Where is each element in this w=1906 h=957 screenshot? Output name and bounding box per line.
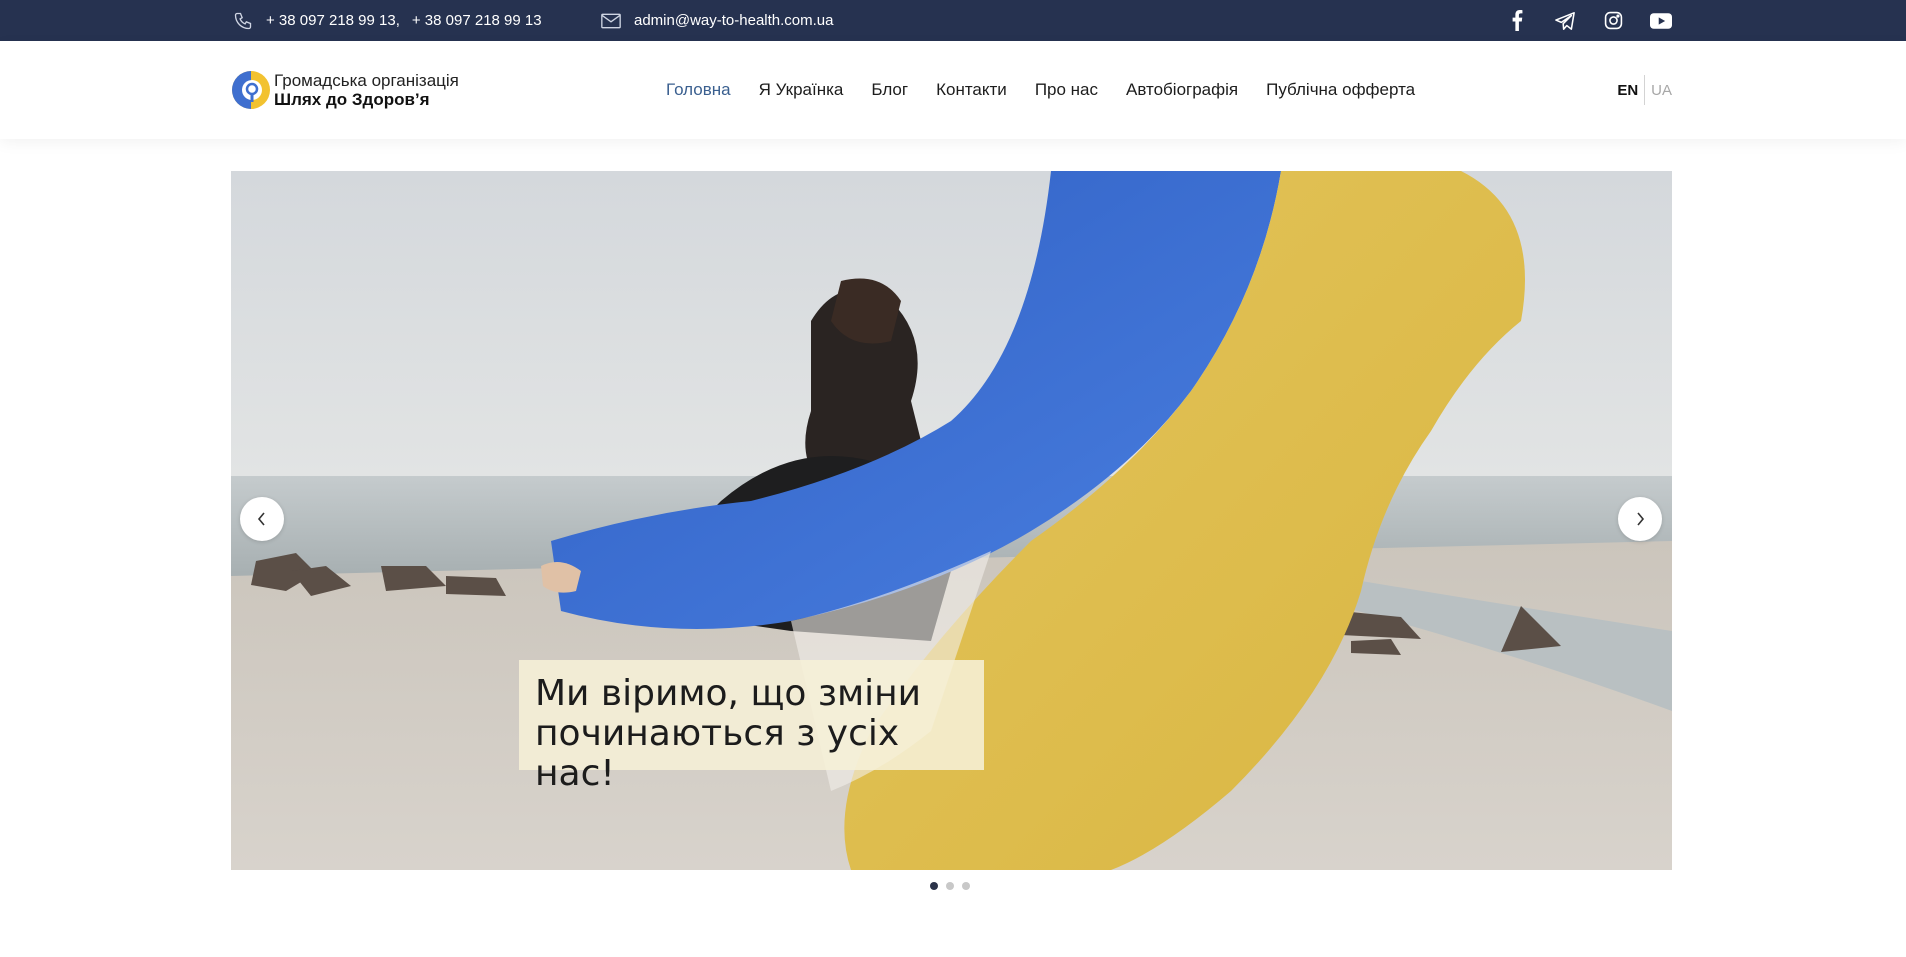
logo-mark-icon (232, 71, 270, 109)
phone-icon (232, 10, 254, 32)
nav-item-home[interactable]: Головна (666, 80, 731, 100)
telegram-icon[interactable] (1554, 10, 1576, 32)
lang-en[interactable]: EN (1617, 82, 1644, 99)
hero-slider: Ми віримо, що зміни починаються з усіх н… (231, 171, 1672, 870)
lang-ua[interactable]: UA (1645, 82, 1672, 99)
phone-link-2[interactable]: + 38 097 218 99 13 (412, 12, 542, 29)
facebook-icon[interactable] (1506, 10, 1528, 32)
slider-dots (930, 882, 970, 890)
nav-item-about[interactable]: Про нас (1035, 80, 1098, 100)
chevron-left-icon (257, 512, 265, 526)
nav-item-autobiography[interactable]: Автобіографія (1126, 80, 1238, 100)
email-link[interactable]: admin@way-to-health.com.ua (634, 12, 833, 29)
chevron-right-icon (1637, 512, 1645, 526)
top-bar: + 38 097 218 99 13, + 38 097 218 99 13 a… (0, 0, 1906, 41)
site-logo[interactable]: Громадська організація Шлях до Здоров’я (231, 70, 459, 110)
slider-prev-button[interactable] (240, 497, 284, 541)
social-links (1506, 0, 1672, 41)
nav-item-blog[interactable]: Блог (871, 80, 908, 100)
mail-icon (600, 10, 622, 32)
slider-dot-3[interactable] (962, 882, 970, 890)
hero-caption: Ми віримо, що зміни починаються з усіх н… (519, 660, 984, 794)
language-switcher: EN UA (1617, 41, 1672, 139)
nav-item-ya-ukrainka[interactable]: Я Українка (759, 80, 844, 100)
site-header: Громадська організація Шлях до Здоров’я … (0, 41, 1906, 139)
phone-contact: + 38 097 218 99 13, + 38 097 218 99 13 (232, 0, 542, 41)
slider-dot-1[interactable] (930, 882, 938, 890)
main-nav: Головна Я Українка Блог Контакти Про нас… (666, 41, 1415, 139)
email-contact: admin@way-to-health.com.ua (600, 0, 833, 41)
slider-dot-2[interactable] (946, 882, 954, 890)
instagram-icon[interactable] (1602, 10, 1624, 32)
nav-item-contacts[interactable]: Контакти (936, 80, 1007, 100)
phone-link-1[interactable]: + 38 097 218 99 13, (266, 12, 400, 29)
logo-line1: Громадська організація (274, 71, 459, 90)
nav-item-public-offer[interactable]: Публічна офферта (1266, 80, 1415, 100)
slider-next-button[interactable] (1618, 497, 1662, 541)
youtube-icon[interactable] (1650, 10, 1672, 32)
logo-line2: Шлях до Здоров’я (274, 90, 430, 109)
